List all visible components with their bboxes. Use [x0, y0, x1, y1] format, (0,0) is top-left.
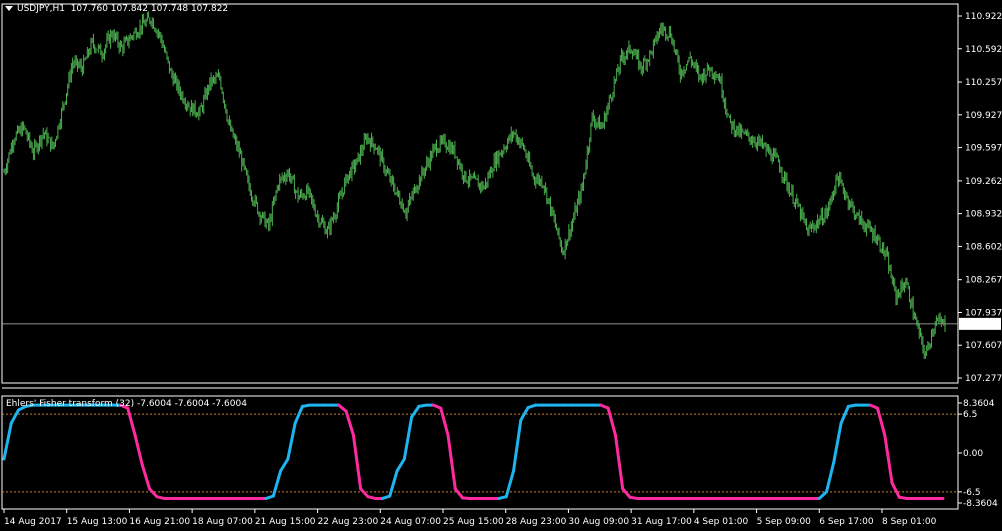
indicator-tick-label: 6.5: [963, 410, 977, 420]
fisher-line-segment: [279, 457, 290, 473]
fisher-line-segment: [410, 404, 421, 419]
fisher-line-segment: [621, 487, 632, 499]
fisher-line-segment: [359, 487, 370, 499]
fisher-line-segment: [832, 421, 843, 464]
fisher-line-segment: [453, 487, 465, 500]
price-tick-label: 110.922: [965, 12, 1002, 22]
fisher-line-segment: [606, 406, 617, 437]
price-tick-label: 107.937: [965, 308, 1002, 318]
fisher-line-segment: [140, 463, 152, 491]
fisher-line-segment: [126, 406, 137, 437]
main-panel-border: [1, 3, 959, 384]
time-tick-label: 6 Sep 17:00: [819, 517, 874, 527]
time-tick-label: 21 Aug 15:00: [255, 517, 316, 527]
time-tick-label: 16 Aug 21:00: [129, 517, 190, 527]
ohlc-values: 107.760 107.842 107.748 107.822: [70, 4, 229, 14]
fisher-line-segment: [148, 487, 159, 499]
current-price-label: 107.822: [963, 320, 1000, 330]
time-tick-label: 28 Aug 23:00: [506, 517, 567, 527]
price-tick-label: 107.607: [965, 341, 1002, 351]
time-tick-label: 22 Aug 23:00: [318, 517, 379, 527]
fisher-line-segment: [875, 406, 887, 437]
symbol-label: USDJPY,H1: [17, 4, 65, 14]
chart-window[interactable]: 110.922 110.592 110.257 109.927 109.597 109.2…: [0, 0, 1002, 531]
fisher-line-segment: [133, 433, 144, 467]
time-tick-label: 4 Sep 01:00: [694, 517, 749, 527]
fisher-line-segment: [446, 433, 457, 491]
fisher-line-segment: [344, 409, 355, 437]
fisher-line-segment: [613, 433, 625, 491]
dropdown-triangle-icon[interactable]: [5, 6, 13, 11]
price-tick-label: 108.932: [965, 210, 1002, 220]
price-tick-label: 108.267: [965, 276, 1002, 286]
time-tick-label: 30 Aug 09:00: [568, 517, 629, 527]
indicator-title: Ehlers' Fisher transform (32) -7.6004 -7…: [6, 399, 247, 409]
indicator-tick-label: 8.3604: [963, 399, 995, 409]
time-tick-label: 15 Aug 13:00: [67, 517, 128, 527]
indicator-tick-label: -8.3604: [963, 499, 998, 509]
time-tick-label: 5 Sep 09:00: [757, 517, 812, 527]
fisher-line-segment: [2, 421, 13, 461]
fisher-line-segment: [293, 404, 304, 425]
price-tick-label: 110.592: [965, 45, 1002, 55]
price-tick-label: 108.602: [965, 242, 1002, 252]
time-tick-label: 24 Aug 07:00: [380, 517, 441, 527]
time-tick-label: 14 Aug 2017: [4, 517, 62, 527]
price-tick-label: 107.277: [965, 374, 1002, 384]
time-tick-label: 25 Aug 15:00: [443, 517, 504, 527]
indicator-tick-label: -6.5: [963, 488, 981, 498]
price-tick-label: 109.927: [965, 111, 1002, 121]
indicator-tick-label: 0.00: [963, 449, 983, 459]
fisher-line-segment: [512, 418, 523, 473]
time-tick-label: 8 Sep 01:00: [882, 517, 937, 527]
fisher-line-segment: [825, 460, 836, 494]
fisher-line-segment: [839, 404, 850, 425]
fisher-line-segment: [286, 421, 297, 461]
price-tick-label: 109.262: [965, 177, 1002, 187]
fisher-line-segment: [883, 433, 894, 485]
price-chart-svg[interactable]: 110.922 110.592 110.257 109.927 109.597 109.2…: [0, 0, 1002, 531]
fisher-line-segment: [890, 481, 901, 499]
fisher-line-segment: [504, 469, 516, 499]
fisher-line-segment: [351, 433, 363, 491]
price-tick-label: 110.257: [965, 78, 1002, 88]
fisher-line-segment: [395, 457, 406, 473]
fisher-line-segment: [9, 408, 21, 425]
symbol-header: USDJPY,H1 107.760 107.842 107.748 107.82…: [5, 4, 228, 14]
fisher-line-segment: [402, 415, 414, 461]
fisher-line-segment: [439, 406, 450, 437]
time-tick-label: 18 Aug 07:00: [192, 517, 253, 527]
time-tick-label: 31 Aug 17:00: [631, 517, 692, 527]
price-tick-label: 109.597: [965, 144, 1002, 154]
